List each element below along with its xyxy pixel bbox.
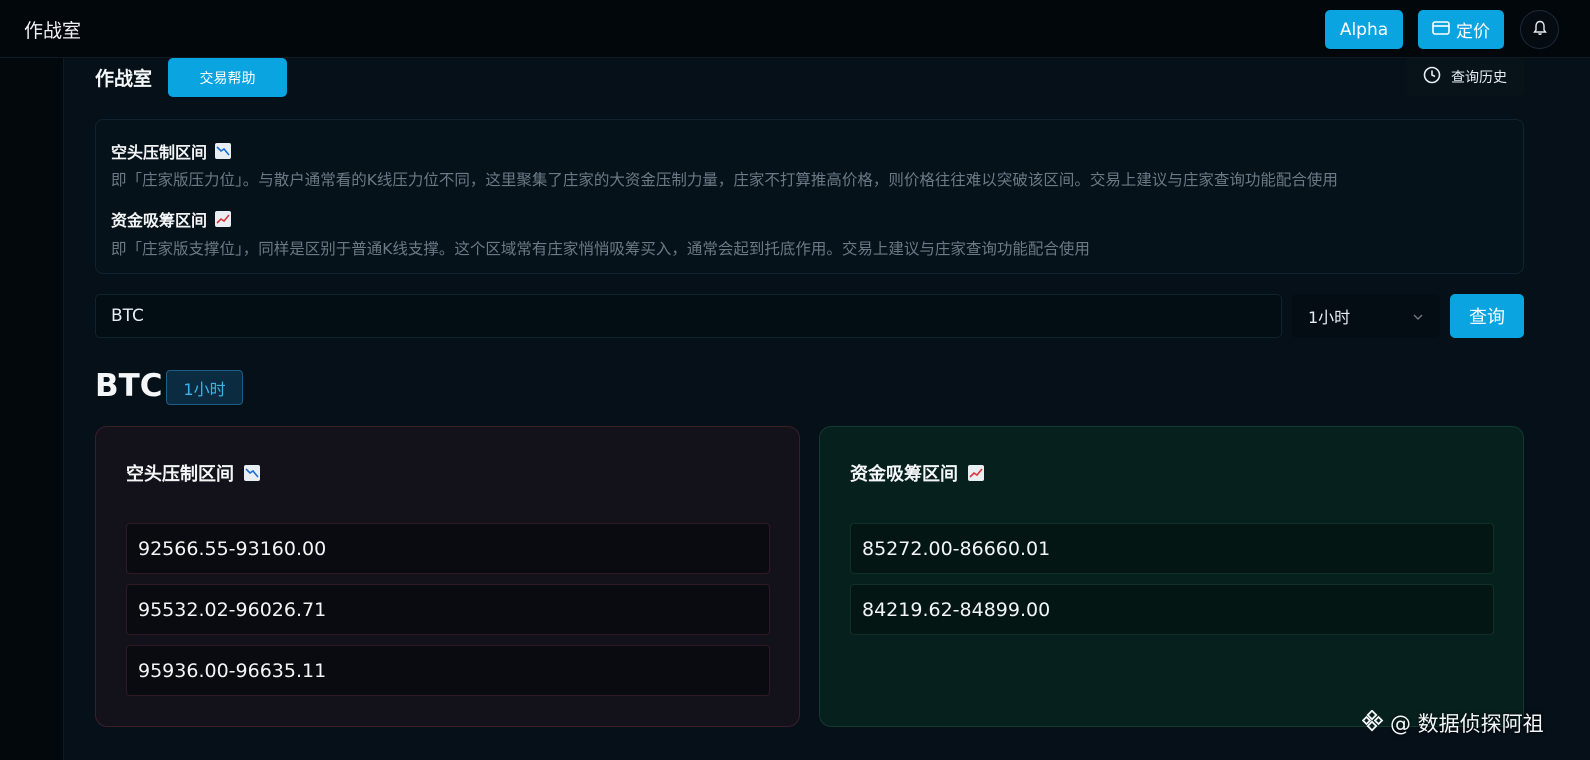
pricing-button[interactable]: 定价 <box>1418 10 1504 49</box>
left-rail <box>0 58 64 760</box>
accum-zone-range: 85272.00-86660.01 <box>850 523 1494 574</box>
pricing-label: 定价 <box>1456 22 1490 42</box>
card-icon <box>1432 20 1450 40</box>
chevron-down-icon <box>1412 308 1424 327</box>
diamond-logo-icon <box>1361 708 1384 737</box>
section-title: 作战室 <box>95 68 153 90</box>
watermark: @ 数据侦探阿祖 <box>1361 708 1544 738</box>
short-zone-range: 95532.02-96026.71 <box>126 584 770 635</box>
symbol-search-input[interactable] <box>95 294 1282 338</box>
short-zone-heading-text: 空头压制区间 <box>111 143 208 162</box>
watermark-text: @ 数据侦探阿祖 <box>1390 712 1544 736</box>
query-history-label: 查询历史 <box>1451 70 1507 86</box>
top-bar: 作战室 Alpha 定价 <box>0 0 1590 58</box>
timeframe-select-value: 1小时 <box>1308 308 1351 327</box>
short-zone-heading: 空头压制区间 <box>111 139 232 163</box>
query-history-button[interactable]: 查询历史 <box>1406 58 1524 96</box>
timeframe-select[interactable]: 1小时 <box>1292 294 1440 338</box>
trade-help-button[interactable]: 交易帮助 <box>168 58 287 97</box>
clock-icon <box>1423 66 1441 88</box>
short-zone-card-title: 空头压制区间 <box>126 460 260 486</box>
short-zone-card: 空头压制区间 92566.55-93160.00 95532.02-96026.… <box>95 426 800 727</box>
short-zone-range: 95936.00-96635.11 <box>126 645 770 696</box>
accum-zone-heading-text: 资金吸筹区间 <box>111 211 208 230</box>
notifications-button[interactable] <box>1520 10 1559 49</box>
accum-zone-card: 资金吸筹区间 85272.00-86660.01 84219.62-84899.… <box>819 426 1524 727</box>
bell-icon <box>1532 20 1547 40</box>
query-button[interactable]: 查询 <box>1450 294 1524 338</box>
accum-zone-card-title: 资金吸筹区间 <box>850 460 984 486</box>
chart-increasing-icon <box>215 211 232 227</box>
chart-increasing-icon <box>968 465 984 481</box>
accum-zone-heading: 资金吸筹区间 <box>111 207 232 231</box>
short-zone-description: 即「庄家版压力位」。与散户通常看的K线压力位不同，这里聚集了庄家的大资金压制力量… <box>111 171 1338 189</box>
timeframe-badge: 1小时 <box>166 370 243 405</box>
short-zone-card-title-text: 空头压制区间 <box>126 464 234 485</box>
chart-decreasing-icon <box>215 143 232 159</box>
accum-zone-description: 即「庄家版支撑位」，同样是区别于普通K线支撑。这个区域常有庄家悄悄吸筹买入，通常… <box>111 240 1090 258</box>
chart-decreasing-icon <box>244 465 260 481</box>
result-symbol: BTC <box>95 368 163 404</box>
short-zone-range: 92566.55-93160.00 <box>126 523 770 574</box>
accum-zone-range: 84219.62-84899.00 <box>850 584 1494 635</box>
app-title: 作战室 <box>24 20 82 42</box>
alpha-button[interactable]: Alpha <box>1325 10 1403 49</box>
info-box: 空头压制区间 即「庄家版压力位」。与散户通常看的K线压力位不同，这里聚集了庄家的… <box>95 119 1524 274</box>
accum-zone-card-title-text: 资金吸筹区间 <box>850 464 958 485</box>
